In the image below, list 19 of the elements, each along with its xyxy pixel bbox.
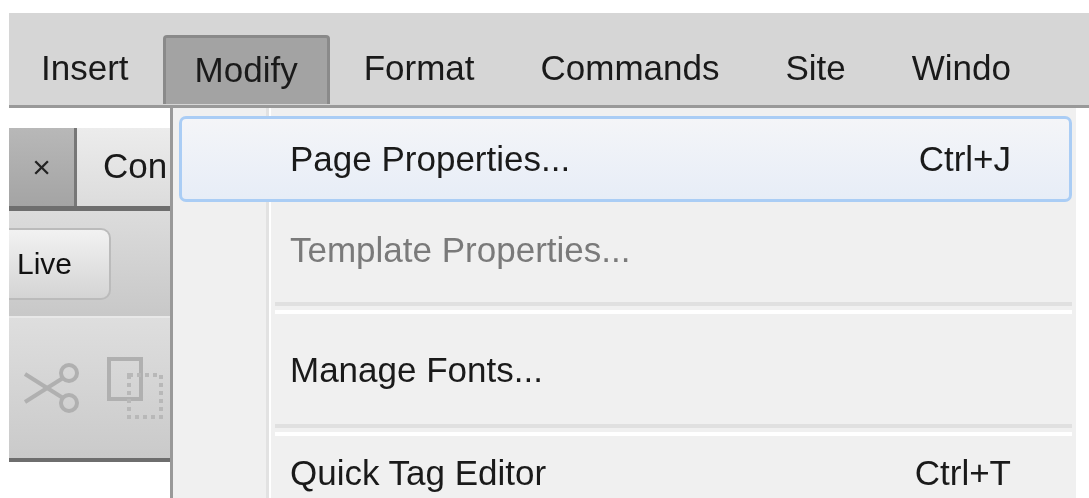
menu-bar-item[interactable]: Site xyxy=(753,33,878,105)
live-button[interactable]: Live xyxy=(9,227,111,300)
scissors-icon[interactable] xyxy=(23,362,81,414)
menu-bar-item[interactable]: Windo xyxy=(879,33,1043,105)
shortcut-label: Ctrl+J xyxy=(918,139,1011,179)
menu-bar-item[interactable]: Modify xyxy=(162,34,330,104)
menu-bar-item[interactable]: Format xyxy=(331,33,507,105)
menu-item-label: Quick Tag Editor xyxy=(290,453,547,493)
menu-bar-item[interactable]: Commands xyxy=(508,33,752,105)
menu-bar-item[interactable]: Insert xyxy=(9,33,161,105)
menu-item[interactable]: Manage Fonts... xyxy=(179,320,1072,420)
copy-icon[interactable] xyxy=(107,357,163,419)
close-button[interactable]: × xyxy=(9,128,77,206)
menu-item[interactable]: Quick Tag Editor Ctrl+T xyxy=(179,442,1072,498)
menu-item[interactable]: Page Properties... Ctrl+J xyxy=(179,116,1072,202)
menu-item-label: Page Properties... xyxy=(290,139,571,179)
menu-item-label: Manage Fonts... xyxy=(290,350,543,390)
menu-item-label: Template Properties... xyxy=(290,230,631,270)
shortcut-label: Ctrl+T xyxy=(914,453,1011,493)
